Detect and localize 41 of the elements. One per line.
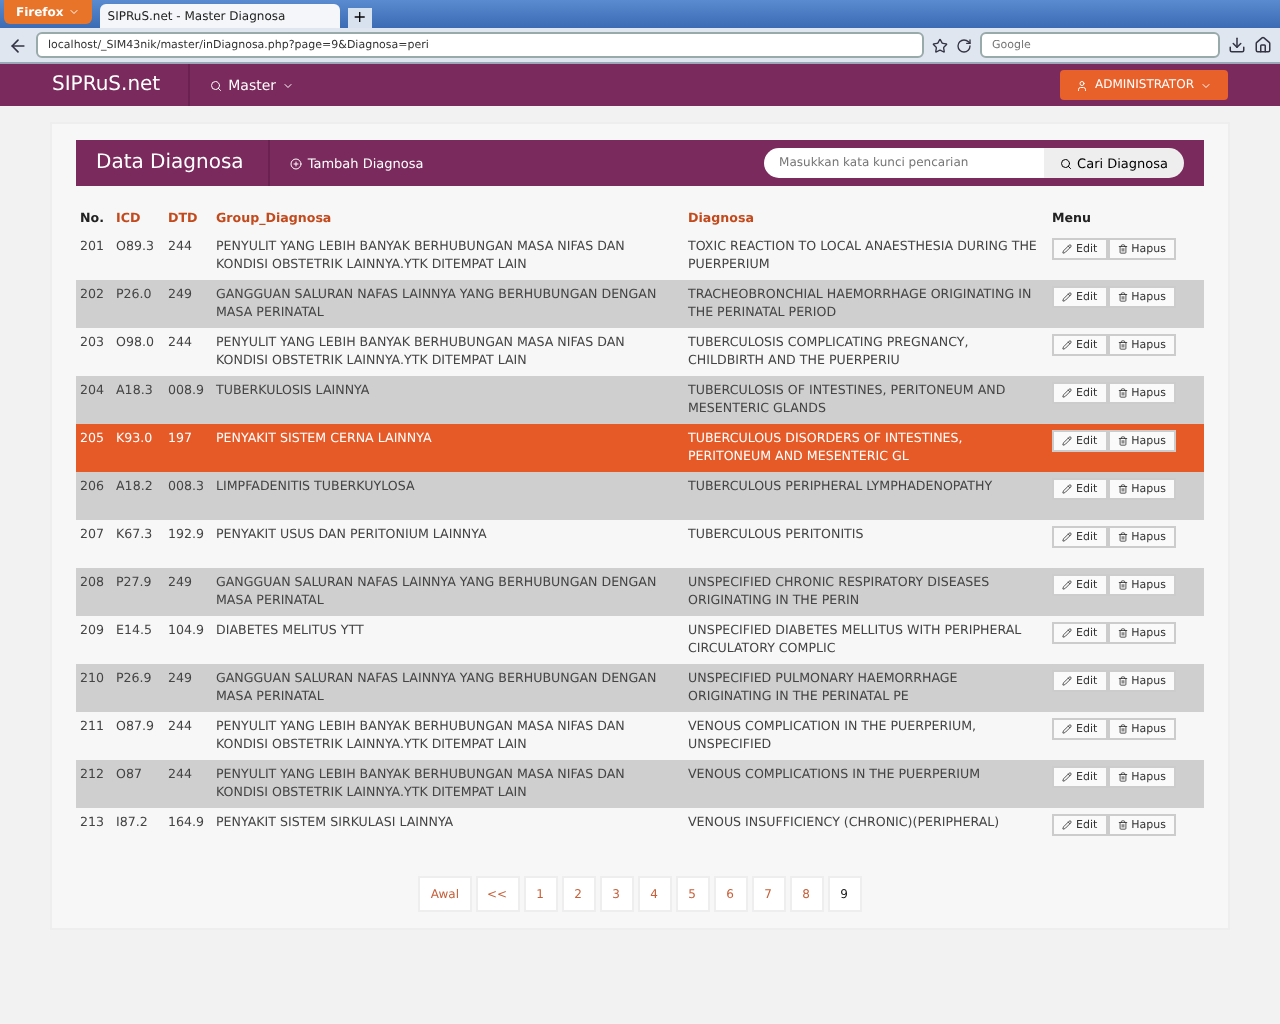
- trash-icon: [1117, 340, 1128, 350]
- trash-icon: [1117, 292, 1128, 302]
- new-tab-button[interactable]: +: [347, 8, 372, 28]
- brand-name[interactable]: SIPRuS.net: [52, 64, 191, 106]
- pencil-icon: [1062, 532, 1072, 542]
- reload-icon[interactable]: [956, 37, 972, 53]
- pencil-icon: [1062, 244, 1072, 254]
- pencil-icon: [1062, 436, 1072, 446]
- user-icon: [1076, 79, 1089, 91]
- caret-icon: [282, 79, 295, 91]
- trash-icon: [1117, 676, 1128, 686]
- trash-icon: [1117, 724, 1128, 734]
- trash-icon: [1117, 436, 1128, 446]
- caret-icon: [1200, 79, 1212, 91]
- pencil-icon: [1062, 580, 1072, 590]
- trash-icon: [1117, 484, 1128, 494]
- pencil-icon: [1062, 340, 1072, 350]
- pencil-icon: [1062, 628, 1072, 638]
- caret-icon: [67, 6, 80, 18]
- panel-title: Data Diagnosa: [96, 152, 244, 174]
- trash-icon: [1117, 772, 1128, 782]
- download-icon[interactable]: [1228, 36, 1246, 54]
- pencil-icon: [1062, 484, 1072, 494]
- trash-icon: [1117, 820, 1128, 830]
- plus-icon: [289, 157, 302, 169]
- search-icon: [210, 79, 223, 91]
- trash-icon: [1117, 388, 1128, 398]
- pencil-icon: [1062, 724, 1072, 734]
- trash-icon: [1117, 532, 1128, 542]
- trash-icon: [1117, 580, 1128, 590]
- trash-icon: [1117, 244, 1128, 254]
- pencil-icon: [1062, 820, 1072, 830]
- pencil-icon: [1062, 676, 1072, 686]
- pencil-icon: [1062, 292, 1072, 302]
- pencil-icon: [1062, 388, 1072, 398]
- pencil-icon: [1062, 772, 1072, 782]
- star-icon[interactable]: [932, 37, 948, 53]
- back-icon[interactable]: [8, 35, 28, 55]
- home-icon[interactable]: [1254, 36, 1272, 54]
- trash-icon: [1117, 628, 1128, 638]
- search-icon: [1059, 157, 1072, 169]
